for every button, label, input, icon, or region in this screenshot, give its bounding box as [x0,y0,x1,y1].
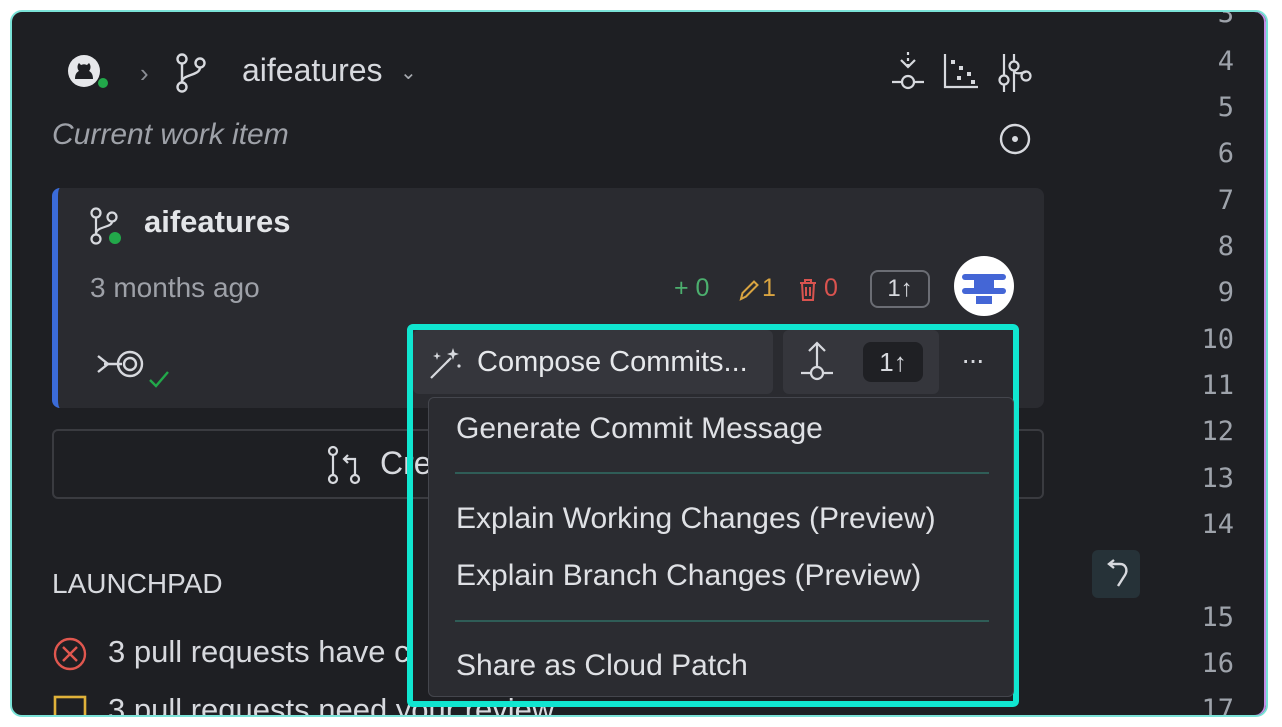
page-subtitle: Current work item [52,118,289,151]
compose-commits-label: Compose Commits... [477,346,748,378]
chevron-right-icon: › [140,58,149,88]
push-icon [797,340,837,386]
trash-icon [798,278,818,302]
branch-name[interactable]: aifeatures [242,52,383,89]
graph-icon[interactable] [942,52,980,90]
app-window: › aifeatures ⌄ Current work item aifeatu… [10,10,1268,717]
line-number: 15 [1201,602,1234,633]
avatar[interactable] [954,256,1014,316]
compose-commits-button[interactable]: Compose Commits... [413,330,773,394]
chevron-down-icon[interactable]: ⌄ [400,60,417,85]
ahead-badge: 1↑ [870,270,930,308]
pull-request-icon [326,445,364,485]
more-options-button[interactable]: ··· [961,344,985,376]
fetch-icon[interactable] [890,50,926,96]
menu-separator [455,620,989,622]
line-number: 12 [1201,416,1234,447]
menu-item-explain-working-changes[interactable]: Explain Working Changes (Preview) [456,502,936,536]
push-button[interactable]: 1↑ [783,330,939,394]
work-item-time: 3 months ago [90,272,260,303]
branch-status-icon [88,206,124,246]
line-number: 10 [1201,324,1234,355]
menu-item-explain-branch-changes[interactable]: Explain Branch Changes (Preview) [456,559,921,593]
added-count: + 0 [674,274,710,302]
pencil-icon [738,278,760,302]
ai-actions-menu: Generate Commit Message Explain Working … [428,397,1014,697]
github-icon[interactable] [66,52,110,92]
line-number: 9 [1217,277,1234,308]
line-number: 5 [1217,92,1234,123]
magic-wand-icon [427,346,463,382]
line-number: 17 [1201,694,1234,717]
line-number: 13 [1201,463,1234,494]
deleted-count: 0 [824,274,838,302]
menu-separator [455,472,989,474]
modified-count: 1 [762,274,776,302]
line-number: 3 [1217,10,1234,29]
line-number: 4 [1217,46,1234,77]
error-circle-icon [52,636,88,672]
line-number: 16 [1201,648,1234,679]
work-item-title[interactable]: aifeatures [144,204,290,240]
revert-icon[interactable] [1092,550,1140,598]
line-number: 7 [1217,185,1234,216]
line-number: 6 [1217,138,1234,169]
line-number: 14 [1201,509,1234,540]
launchpad-icon [96,344,186,390]
target-icon[interactable] [998,122,1032,156]
menu-item-generate-commit-message[interactable]: Generate Commit Message [456,412,823,446]
editor-gutter: 3 4 5 6 7 8 9 10 11 12 13 14 15 16 17 [1162,10,1262,717]
review-icon [52,694,88,715]
line-number: 11 [1201,370,1234,401]
menu-item-share-cloud-patch[interactable]: Share as Cloud Patch [456,649,748,683]
launchpad-item[interactable]: 3 pull requests have c [108,634,410,670]
launchpad-heading: LAUNCHPAD [52,568,223,599]
commit-graph-icon[interactable] [996,52,1036,94]
branch-icon [174,52,208,94]
push-ahead-badge: 1↑ [863,342,923,382]
line-number: 8 [1217,231,1234,262]
